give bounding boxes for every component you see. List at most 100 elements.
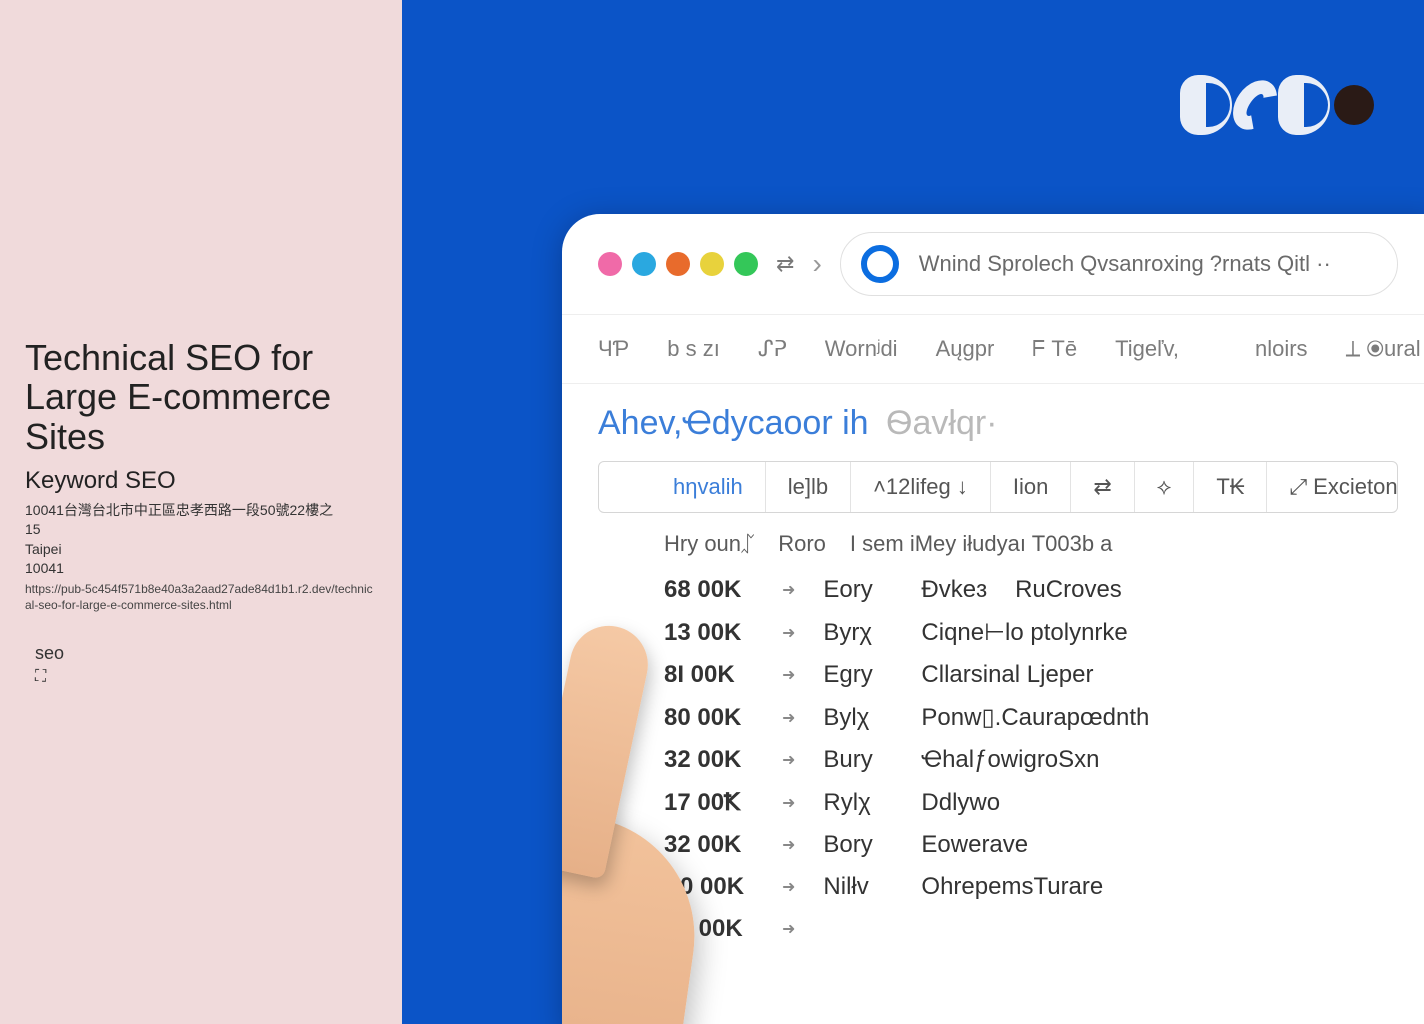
table-row[interactable]: 68 00K➜EoryÐvkeɜRuCroves <box>664 569 1398 611</box>
row-category: Byrχ <box>823 619 893 647</box>
row-metric: 32 00K <box>664 746 774 774</box>
arrow-icon: ➜ <box>782 750 795 770</box>
row-name: Cllarsinal Ljeper <box>921 661 1093 689</box>
row-metric: 8Ŀ 00K <box>664 915 774 943</box>
toolbar-tabs: ЧƤ b s zı ᔑᕈ Wornʲdi Aųgpr ᖴ Tē Tigeľv, … <box>562 314 1424 384</box>
row-category: Egry <box>823 661 893 689</box>
table-row[interactable]: 8I 00K ➜ Egry Cllarsinal Ljeper <box>664 654 1398 696</box>
content-title: Ahev,Ҽdycaoor ih Ѳavłqr· <box>598 404 1398 443</box>
address-number: 15 <box>25 520 377 540</box>
subheader-a: Hry ounᛢ <box>664 531 754 557</box>
subheader-b: Roro <box>778 531 826 557</box>
filter-5[interactable]: ⇄ <box>1071 462 1134 512</box>
logo-glyph-berry <box>1334 85 1374 125</box>
row-name: Ciqne⊢lo ptolynrke <box>921 618 1127 647</box>
browser-window: ⇄ › Wnind Sprolech Qvsanroxing ?rnats Qi… <box>562 214 1424 1024</box>
traffic-light-1[interactable] <box>598 252 622 276</box>
row-metric: 80 00K <box>664 704 774 732</box>
logo-glyph-b2 <box>1278 75 1330 135</box>
tab-5[interactable]: Aųgpr <box>936 336 995 362</box>
row-name: Ponw▯.Caurapœdnth <box>921 703 1149 732</box>
address-text: Wnind Sprolech Qvsanroxing ?rnats Qitl ·… <box>919 251 1331 277</box>
row-extra: Ðvkeɜ <box>921 576 987 604</box>
tab-9[interactable]: ⟂ ⦿ural ⟂ <box>1346 336 1424 362</box>
row-category: Rylχ <box>823 789 893 817</box>
table-row[interactable]: 17 00Ꝁ ➜ Rylχ Ddlywo <box>664 781 1398 824</box>
row-category: Bury <box>823 746 893 774</box>
browser-top-bar: ⇄ › Wnind Sprolech Qvsanroxing ?rnats Qi… <box>562 214 1424 314</box>
arrow-icon: ➜ <box>782 919 795 939</box>
arrow-icon: ➜ <box>782 708 795 728</box>
address-city: Taipei <box>25 540 377 560</box>
tab-3[interactable]: ᔑᕈ <box>758 336 787 362</box>
traffic-light-2[interactable] <box>632 252 656 276</box>
page-title: Technical SEO for Large E-commerce Sites <box>25 338 377 457</box>
arrow-icon: ➜ <box>782 793 795 813</box>
row-name: OhrepemsTurare <box>921 873 1103 901</box>
tab-8[interactable]: nloirs <box>1255 336 1308 362</box>
filter-4[interactable]: Iion <box>991 462 1071 512</box>
row-metric: 13 00K <box>664 619 774 647</box>
address-bar[interactable]: Wnind Sprolech Qvsanroxing ?rnats Qitl ·… <box>840 232 1398 296</box>
filter-7[interactable]: T₭ <box>1194 462 1267 512</box>
table-row[interactable]: 8Ŀ 00K ➜ <box>664 908 1398 950</box>
tab-6[interactable]: ᖴ Tē <box>1032 336 1077 362</box>
content-title-muted: Ѳavłqr· <box>886 404 997 442</box>
arrow-icon: ➜ <box>782 665 795 685</box>
row-metric: 17 00Ꝁ <box>664 788 774 817</box>
seo-label: seo <box>35 643 377 664</box>
arrow-icon: ➜ <box>782 580 795 600</box>
row-metric: 68 00K <box>664 576 774 604</box>
row-name: ҼhalƒowigroSxn <box>921 746 1099 774</box>
content-area: Ahev,Ҽdycaoor ih Ѳavłqr· hηvalih le]lb ˄… <box>562 384 1424 1024</box>
traffic-light-3[interactable] <box>666 252 690 276</box>
row-category: Bylχ <box>823 704 893 732</box>
row-metric: 8I 00K <box>664 661 774 689</box>
content-title-main: Ahev,Ҽdycaoor ih <box>598 404 869 442</box>
table-row[interactable]: 32 00K ➜ Bury ҼhalƒowigroSxn <box>664 739 1398 781</box>
tab-2[interactable]: b s zı <box>667 336 720 362</box>
nav-swap-icon[interactable]: ⇄ <box>776 251 794 277</box>
data-rows: 68 00K➜EoryÐvkeɜRuCroves13 00K➜ByrχCiqne… <box>598 569 1398 950</box>
subheader-row: Hry ounᛢ Roro I sem iMey iłudyaı T003b a <box>598 531 1398 569</box>
filter-bar: hηvalih le]lb ˄12lifeg ↓ Iion ⇄ ⟡ T₭ ⤢ E… <box>598 461 1398 513</box>
arrow-icon: ➜ <box>782 623 795 643</box>
table-row[interactable]: 13 00K ➜ Byrχ Ciqne⊢lo ptolynrke <box>664 611 1398 654</box>
tab-4[interactable]: Wornʲdi <box>825 336 898 362</box>
brand-logo <box>1180 75 1374 135</box>
traffic-lights <box>598 252 758 276</box>
logo-glyph-c1 <box>1224 72 1286 138</box>
row-name: Eowerave <box>921 831 1028 859</box>
traffic-light-4[interactable] <box>700 252 724 276</box>
filter-6[interactable]: ⟡ <box>1135 462 1195 512</box>
tab-1[interactable]: ЧƤ <box>598 336 629 362</box>
table-row[interactable]: S0 00K ➜ Nilłv OhrepemsTurare <box>664 866 1398 908</box>
row-category: Eory <box>823 576 893 604</box>
seo-icon: ⛶ <box>35 668 46 686</box>
filter-8[interactable]: ⤢ Exсieton <box>1267 462 1398 512</box>
row-category: Bory <box>823 831 893 859</box>
row-metric: S0 00K <box>664 873 774 901</box>
traffic-light-5[interactable] <box>734 252 758 276</box>
address-zip: 10041 <box>25 559 377 579</box>
row-name: Ddlywo <box>921 789 1000 817</box>
page-url: https://pub-5c454f571b8e40a3a2aad27ade84… <box>25 581 377 613</box>
arrow-icon: ➜ <box>782 835 795 855</box>
table-row[interactable]: 32 00K ➜ Bory Eowerave <box>664 824 1398 866</box>
row-metric: 32 00K <box>664 831 774 859</box>
page-subtitle: Keyword SEO <box>25 467 377 495</box>
seo-badge: seo ⛶ <box>25 643 377 686</box>
filter-2[interactable]: le]lb <box>766 462 851 512</box>
right-panel: ⇄ › Wnind Sprolech Qvsanroxing ?rnats Qi… <box>402 0 1424 1024</box>
arrow-icon: ➜ <box>782 877 795 897</box>
left-panel: Technical SEO for Large E-commerce Sites… <box>0 0 402 1024</box>
address-line: 10041台灣台北市中正區忠孝西路一段50號22樓之 <box>25 501 377 521</box>
row-category: Nilłv <box>823 873 893 901</box>
filter-1[interactable]: hηvalih <box>599 462 766 512</box>
table-row[interactable]: 80 00K ➜ Bylχ Ponw▯.Caurapœdnth <box>664 696 1398 739</box>
subheader-c: I sem iMey iłudyaı T003b a <box>850 531 1113 557</box>
forward-chevron-icon[interactable]: › <box>812 248 821 280</box>
logo-glyph-b1 <box>1180 75 1232 135</box>
tab-7[interactable]: Tigeľv, <box>1115 336 1179 362</box>
filter-3[interactable]: ˄12lifeg ↓ <box>851 462 991 512</box>
